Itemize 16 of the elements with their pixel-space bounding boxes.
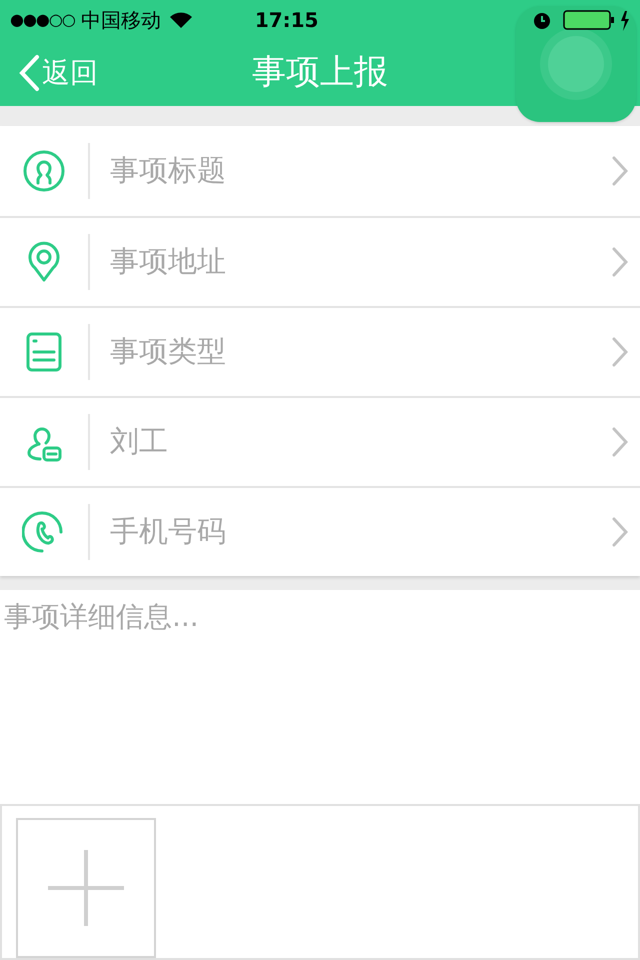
field-placeholder: 事项标题 [110,152,227,190]
details-field[interactable]: 事项详细信息... [0,590,640,804]
clock-time: 17:15 [254,7,318,34]
signal-strength: ●●●○○ [10,9,75,31]
field-placeholder: 事项类型 [110,333,227,370]
form-row[interactable]: 手机号码 [0,486,640,576]
field-placeholder: 刘工 [110,423,169,460]
field-placeholder: 手机号码 [110,513,227,550]
carrier-name: 中国移动 [80,7,161,34]
field-placeholder: 事项地址 [110,243,227,280]
page-title: 事项上报 [252,51,388,94]
back-button[interactable]: 返回 [0,52,98,94]
form-row[interactable]: 刘工 [0,396,640,486]
form-row[interactable]: 事项地址 [0,216,640,306]
form-row[interactable]: 事项类型 [0,306,640,396]
form-row[interactable]: 事项标题 [0,126,640,216]
